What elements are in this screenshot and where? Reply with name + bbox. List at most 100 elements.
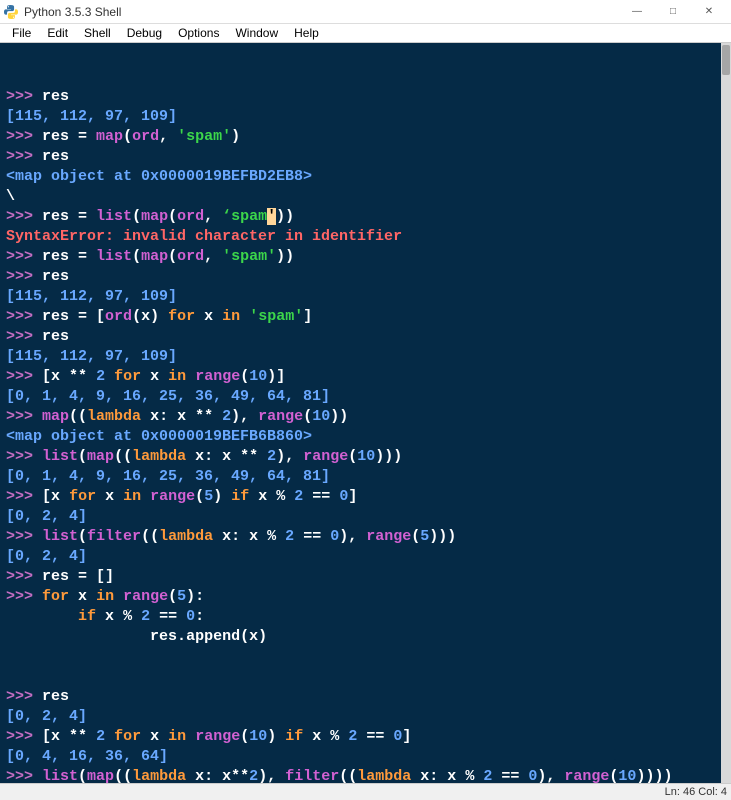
shell-token: x [249,528,258,545]
shell-token: res [42,208,69,225]
shell-token [141,488,150,505]
shell-content[interactable]: >>> res [115, 112, 97, 109] >>> res = ma… [6,87,725,783]
menu-options[interactable]: Options [170,24,227,42]
shell-token: , [204,248,222,265]
shell-token: 10 [249,728,267,745]
shell-token: : [204,448,222,465]
shell-token: ( [132,248,141,265]
minimize-button[interactable]: — [619,0,655,24]
menu-shell[interactable]: Shell [76,24,119,42]
shell-token: ), [231,408,258,425]
shell-token [69,588,78,605]
shell-token: ) [258,628,267,645]
shell-token: x [51,488,60,505]
shell-prompt: >>> [6,308,42,325]
shell-token: append [186,628,240,645]
close-button[interactable]: ✕ [691,0,727,24]
shell-token: lambda [132,768,186,783]
shell-token: : [204,768,222,783]
shell-token: res [42,308,69,325]
shell-token: range [150,488,195,505]
shell-token: x [222,528,231,545]
shell-token: res [42,568,69,585]
shell-token: ] [303,308,312,325]
shell-token: 2 [141,608,150,625]
shell-token: x [51,368,60,385]
shell-token: x [222,448,231,465]
shell-output: <map object at 0x0000019BEFBD2EB8> [6,168,312,185]
shell-token: ( [168,248,177,265]
shell-token: ) [150,308,168,325]
shell-token [186,368,195,385]
shell-token: in [222,308,240,325]
shell-token: == [150,608,186,625]
shell-prompt: >>> [6,268,42,285]
shell-token: ord [132,128,159,145]
shell-token [186,728,195,745]
shell-token: res [42,88,69,105]
shell-output: [115, 112, 97, 109] [6,108,177,125]
cursor-position: Ln: 46 Col: 4 [665,786,727,798]
shell-token: for [168,308,195,325]
shell-token [105,368,114,385]
shell-token: range [564,768,609,783]
shell-prompt: >>> [6,528,42,545]
shell-token [186,768,195,783]
shell-output: [0, 4, 16, 36, 64] [6,748,168,765]
shell-prompt: >>> [6,208,42,225]
shell-token: = [ [69,308,105,325]
shell-output: [0, 1, 4, 9, 16, 25, 36, 49, 64, 81] [6,468,330,485]
shell-token [195,308,204,325]
shell-token: range [195,368,240,385]
shell-token: (( [69,408,87,425]
shell-prompt: >>> [6,408,42,425]
shell-token: (( [114,768,132,783]
shell-output: <map object at 0x0000019BEFB6B860> [6,428,312,445]
shell-token: % [114,608,141,625]
shell-token: map [87,768,114,783]
shell-token: == [357,728,393,745]
scrollbar[interactable] [721,43,731,783]
shell-token: [ [42,488,51,505]
shell-token: ), [537,768,564,783]
menu-help[interactable]: Help [286,24,327,42]
shell-output: [0, 2, 4] [6,548,87,565]
shell-token: 0 [330,528,339,545]
menu-edit[interactable]: Edit [39,24,76,42]
shell-token [159,368,168,385]
shell-text-area[interactable]: >>> res [115, 112, 97, 109] >>> res = ma… [0,43,731,783]
shell-token: ( [78,528,87,545]
shell-token: x [51,728,60,745]
menu-window[interactable]: Window [227,24,286,42]
menu-file[interactable]: File [4,24,39,42]
scrollbar-thumb[interactable] [722,45,730,75]
shell-token: range [195,728,240,745]
shell-token: range [366,528,411,545]
shell-token [213,528,222,545]
shell-token [6,628,150,645]
shell-token: ** [60,368,96,385]
shell-token: )))) [636,768,672,783]
shell-prompt: >>> [6,728,42,745]
shell-token: 2 [249,768,258,783]
shell-token: ord [177,248,204,265]
shell-token: 0 [186,608,195,625]
shell-token: in [96,588,114,605]
shell-token: == [303,488,339,505]
shell-token: for [69,488,96,505]
shell-token: [ [42,728,51,745]
shell-token [96,608,105,625]
shell-token: x [195,448,204,465]
shell-token: ( [132,208,141,225]
maximize-button[interactable]: □ [655,0,691,24]
shell-token: ( [123,128,132,145]
shell-token: res [42,688,69,705]
menu-debug[interactable]: Debug [119,24,170,42]
shell-output: [0, 1, 4, 9, 16, 25, 36, 49, 64, 81] [6,388,330,405]
shell-token: == [294,528,330,545]
shell-token: for [114,368,141,385]
shell-token: [ [42,368,51,385]
shell-token: x [258,488,267,505]
shell-token: x [177,408,186,425]
shell-token: if [285,728,303,745]
